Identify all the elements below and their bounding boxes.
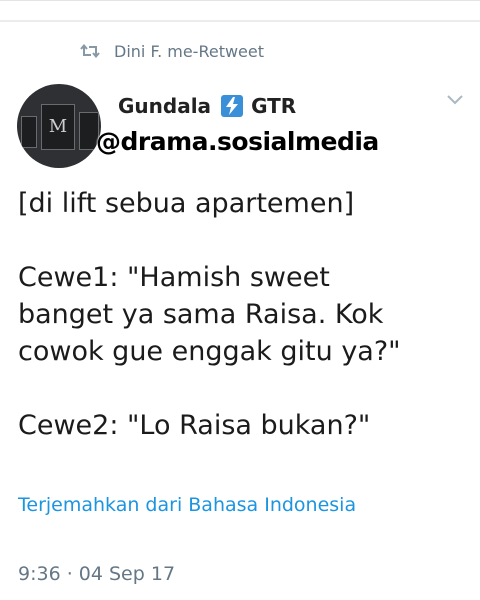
top-divider bbox=[0, 0, 480, 1]
lightning-icon bbox=[221, 95, 244, 117]
retweet-icon bbox=[80, 43, 100, 59]
avatar-tile-left bbox=[21, 116, 37, 148]
author-name: Gundala bbox=[118, 94, 212, 118]
avatar-tile-center: M bbox=[41, 104, 75, 150]
chevron-down-icon[interactable] bbox=[446, 94, 464, 106]
tweet-line: banget ya sama Raisa. Kok bbox=[18, 299, 384, 330]
tweet-text: [di lift sebua apartemen] Cewe1: "Hamish… bbox=[18, 185, 468, 444]
watermark-handle: @drama.sosialmedia bbox=[96, 127, 379, 156]
tweet-line: cowok gue enggak gitu ya?" bbox=[18, 336, 401, 367]
author-name-row[interactable]: Gundala GTR bbox=[118, 92, 296, 120]
tweet-line: Cewe1: "Hamish sweet bbox=[18, 262, 330, 293]
retweet-label: Dini F. me-Retweet bbox=[114, 41, 265, 61]
translate-link[interactable]: Terjemahkan dari Bahasa Indonesia bbox=[18, 494, 356, 516]
tweet-line: Cewe2: "Lo Raisa bukan?" bbox=[18, 410, 371, 441]
timestamp[interactable]: 9:36 · 04 Sep 17 bbox=[18, 563, 175, 585]
author-suffix: GTR bbox=[251, 94, 297, 118]
tweet-line: [di lift sebua apartemen] bbox=[18, 188, 355, 219]
retweet-context[interactable]: Dini F. me-Retweet bbox=[80, 40, 264, 62]
avatar[interactable]: M bbox=[17, 84, 101, 168]
header-divider bbox=[0, 20, 480, 22]
